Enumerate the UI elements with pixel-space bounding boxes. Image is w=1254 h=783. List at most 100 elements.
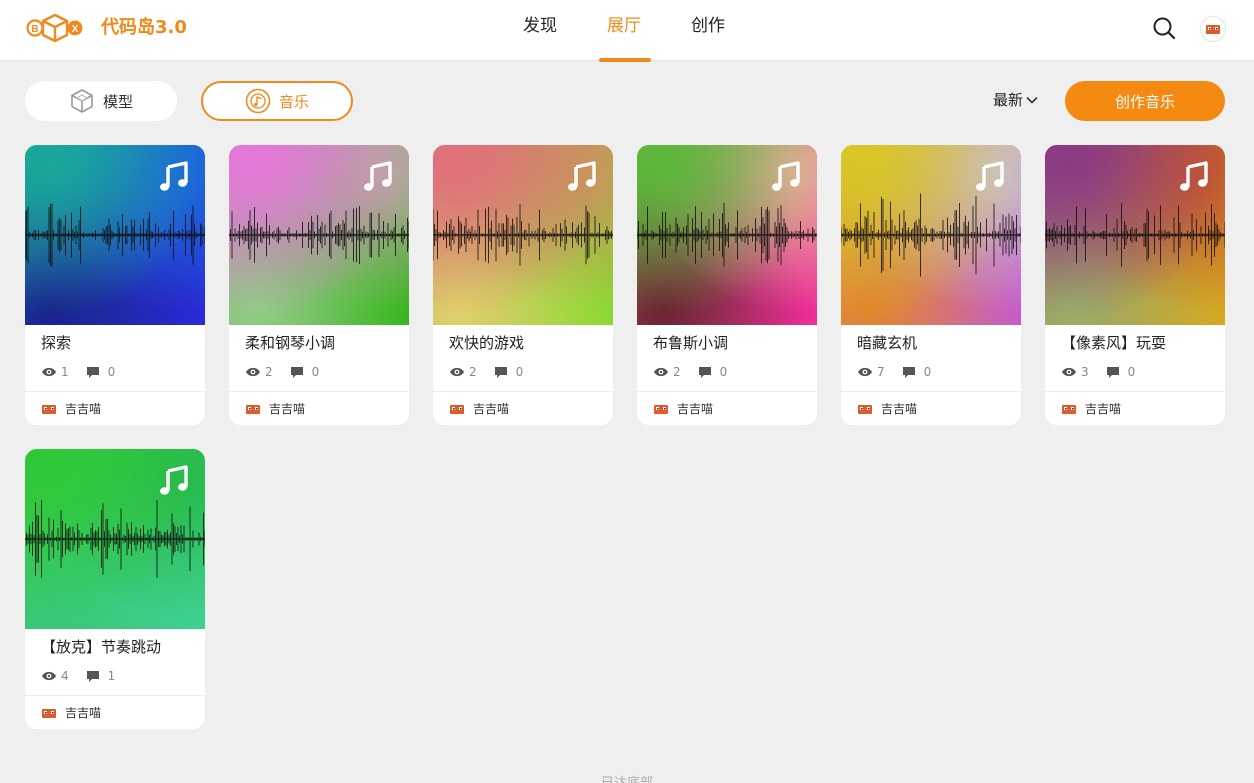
card-author[interactable]: 吉吉喵 [653, 400, 713, 417]
card-title: 柔和钢琴小调 [245, 334, 336, 352]
eye-icon [654, 367, 668, 377]
view-count: 2 [469, 365, 477, 379]
cube-icon [71, 89, 93, 113]
top-header: B X 代码岛3.0 发现 展厅 创作 [0, 0, 1254, 62]
music-card[interactable]: 布鲁斯小调 2 0 吉吉喵 [637, 145, 817, 425]
music-disc-icon [245, 88, 271, 114]
card-cover-image [1045, 145, 1225, 325]
card-title: 【放克】节奏跳动 [41, 638, 162, 656]
author-avatar-icon [42, 708, 56, 718]
comment-icon [902, 366, 915, 378]
end-of-list-text: 已达底部 [0, 772, 1254, 783]
card-cover-image [229, 145, 409, 325]
author-name: 吉吉喵 [269, 402, 306, 416]
logo-icon[interactable]: B X [26, 12, 84, 44]
card-title: 暗藏玄机 [857, 334, 918, 352]
filter-music-button[interactable]: 音乐 [201, 81, 353, 121]
card-stats: 4 1 [41, 669, 115, 683]
card-author[interactable]: 吉吉喵 [41, 400, 101, 417]
view-count: 4 [61, 669, 69, 683]
create-music-button[interactable]: 创作音乐 [1065, 81, 1225, 121]
card-divider [25, 695, 205, 696]
eye-icon [246, 367, 260, 377]
nav-gallery[interactable]: 展厅 [607, 14, 641, 38]
card-cover-image [637, 145, 817, 325]
author-avatar-icon [450, 404, 464, 414]
filter-music-label: 音乐 [278, 92, 309, 111]
eye-icon [42, 671, 56, 681]
waveform-graphic [637, 203, 817, 267]
music-card[interactable]: 探索 1 0 吉吉喵 [25, 145, 205, 425]
comment-count: 0 [1127, 365, 1136, 379]
avatar-face-icon [1206, 25, 1220, 34]
view-count: 7 [877, 365, 885, 379]
card-author[interactable]: 吉吉喵 [449, 400, 509, 417]
waveform-graphic [25, 203, 205, 267]
card-author[interactable]: 吉吉喵 [245, 400, 305, 417]
comment-icon [494, 366, 507, 378]
card-title: 布鲁斯小调 [653, 334, 729, 352]
author-name: 吉吉喵 [1085, 402, 1122, 416]
sort-label: 最新 [993, 91, 1024, 109]
music-card[interactable]: 柔和钢琴小调 2 0 吉吉喵 [229, 145, 409, 425]
music-note-icon [160, 161, 188, 191]
sort-dropdown[interactable]: 最新 [993, 89, 1038, 110]
chevron-down-icon [1026, 96, 1038, 104]
card-divider [1045, 391, 1225, 392]
music-card[interactable]: 【像素风】玩耍 3 0 吉吉喵 [1045, 145, 1225, 425]
author-name: 吉吉喵 [677, 402, 714, 416]
card-stats: 2 0 [245, 365, 319, 379]
author-avatar-icon [42, 404, 56, 414]
comment-count: 1 [107, 669, 116, 683]
music-card[interactable]: 欢快的游戏 2 0 吉吉喵 [433, 145, 613, 425]
waveform-graphic [25, 500, 205, 578]
view-count: 2 [673, 365, 681, 379]
card-divider [637, 391, 817, 392]
comment-icon [86, 366, 99, 378]
card-stats: 1 0 [41, 365, 115, 379]
music-card[interactable]: 【放克】节奏跳动 4 1 吉吉喵 [25, 449, 205, 729]
card-stats: 7 0 [857, 365, 931, 379]
waveform-graphic [433, 204, 613, 266]
card-cover-image [433, 145, 613, 325]
comment-icon [1106, 366, 1119, 378]
card-cover-image [25, 449, 205, 629]
music-note-icon [976, 161, 1004, 191]
music-card[interactable]: 暗藏玄机 7 0 吉吉喵 [841, 145, 1021, 425]
author-name: 吉吉喵 [881, 402, 918, 416]
view-count: 1 [61, 365, 69, 379]
comment-icon [290, 366, 303, 378]
nav-create[interactable]: 创作 [691, 14, 725, 38]
card-divider [841, 391, 1021, 392]
comment-count: 0 [923, 365, 932, 379]
author-avatar-icon [858, 404, 872, 414]
view-count: 3 [1081, 365, 1089, 379]
user-avatar[interactable] [1200, 16, 1226, 42]
card-cover-image [25, 145, 205, 325]
brand-name: 代码岛3.0 [101, 17, 187, 38]
card-stats: 3 0 [1061, 365, 1135, 379]
eye-icon [42, 367, 56, 377]
author-name: 吉吉喵 [65, 402, 102, 416]
comment-count: 0 [311, 365, 320, 379]
card-stats: 2 0 [449, 365, 523, 379]
search-icon[interactable] [1152, 16, 1176, 40]
card-author[interactable]: 吉吉喵 [1061, 400, 1121, 417]
waveform-graphic [229, 206, 409, 264]
waveform-graphic [841, 193, 1021, 277]
card-title: 探索 [41, 334, 72, 352]
eye-icon [1062, 367, 1076, 377]
logo-letter-b: B [31, 24, 38, 35]
nav-active-indicator [599, 58, 651, 62]
card-author[interactable]: 吉吉喵 [41, 704, 101, 721]
music-note-icon [364, 161, 392, 191]
filter-model-button[interactable]: 模型 [25, 81, 177, 121]
comment-count: 0 [719, 365, 728, 379]
nav-discover[interactable]: 发现 [523, 14, 557, 38]
comment-icon [698, 366, 711, 378]
music-note-icon [160, 465, 188, 495]
card-author[interactable]: 吉吉喵 [857, 400, 917, 417]
card-divider [229, 391, 409, 392]
author-avatar-icon [246, 404, 260, 414]
filter-model-label: 模型 [102, 92, 133, 111]
